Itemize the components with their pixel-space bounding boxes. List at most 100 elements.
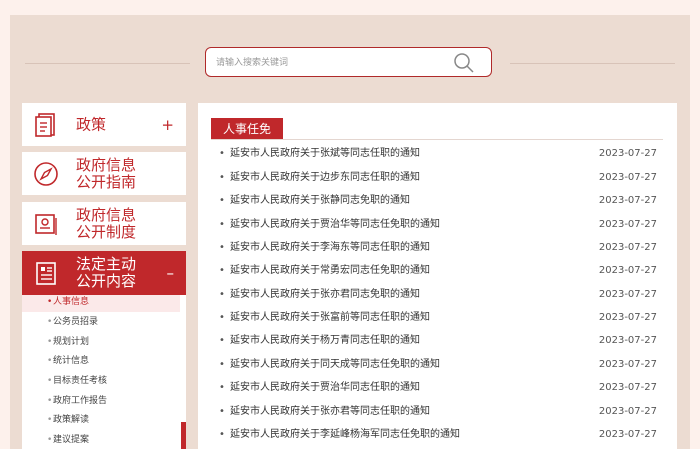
news-date: 2023-07-27 [598,335,657,346]
newspaper-icon [36,262,56,285]
bullet-icon: • [47,396,53,406]
news-title[interactable]: 延安市人民政府关于贾治华同志任职的通知 [230,378,420,398]
news-title[interactable]: 延安市人民政府关于张斌等同志任职的通知 [230,144,420,164]
submenu-item-proposals[interactable]: • 建议提案 [22,430,180,449]
bullet-icon: • [47,337,53,347]
content-panel: 人事任免 • 延安市人民政府关于张斌等同志任职的通知 2023-07-27 • … [198,103,677,449]
news-date: 2023-07-27 [598,289,657,300]
sidebar-item-policy[interactable]: 政策 + [22,103,186,146]
news-title[interactable]: 延安市人民政府关于常勇宏同志任免职的通知 [230,261,430,281]
news-date: 2023-07-27 [598,359,657,370]
bullet-icon: • [47,415,53,425]
bullet-icon: • [47,376,53,386]
bullet-icon: • [219,219,225,230]
bullet-icon: • [219,312,225,323]
news-date: 2023-07-27 [598,219,657,230]
submenu-label: 政策解读 [53,415,90,425]
news-item[interactable]: • 延安市人民政府关于同天成等同志任免职的通知 2023-07-27 [219,355,659,375]
search-input[interactable] [216,55,446,71]
news-item[interactable]: • 延安市人民政府关于李延峰杨海军同志任免职的通知 2023-07-27 [219,425,659,445]
news-item[interactable]: • 延安市人民政府关于杨万青同志任职的通知 2023-07-27 [219,331,659,351]
news-item[interactable]: • 延安市人民政府关于张斌等同志任职的通知 2023-07-27 [219,144,659,164]
bullet-icon: • [47,435,53,445]
sidebar-item-statutory-content[interactable]: 法定主动 公开内容 – [22,251,186,295]
submenu-label: 目标责任考核 [53,376,108,386]
bullet-icon: • [219,429,225,440]
expand-icon[interactable]: + [161,116,174,134]
news-title[interactable]: 延安市人民政府关于杨万青同志任职的通知 [230,331,420,351]
news-item[interactable]: • 延安市人民政府关于边步东同志任职的通知 2023-07-27 [219,168,659,188]
news-date: 2023-07-27 [598,382,657,393]
submenu-item-personnel[interactable]: • 人事信息 [22,295,180,312]
news-title[interactable]: 延安市人民政府关于李延峰杨海军同志任免职的通知 [230,425,460,445]
sidebar-item-label: 法定主动 公开内容 [76,255,137,290]
bullet-icon: • [219,406,225,417]
bullet-icon: • [219,265,225,276]
search-box [205,47,492,77]
bullet-icon: • [219,242,225,253]
news-title[interactable]: 延安市人民政府关于李海东等同志任职的通知 [230,238,430,258]
collapse-icon[interactable]: – [167,264,175,282]
bullet-icon: • [47,297,53,307]
search-icon[interactable] [453,52,475,74]
submenu: • 人事信息 • 公务员招录 • 规划计划 • 统计信息 • 目标责任考核 • … [22,295,186,449]
regulation-icon [35,213,57,235]
divider-right [510,63,675,64]
news-item[interactable]: • 延安市人民政府关于张富前等同志任职的通知 2023-07-27 [219,308,659,328]
news-date: 2023-07-27 [598,429,657,440]
scrollbar-thumb[interactable] [181,422,186,449]
submenu-label: 规划计划 [53,337,90,347]
submenu-item-work-report[interactable]: • 政府工作报告 [22,391,180,411]
sidebar-item-disclosure-guide[interactable]: 政府信息 公开指南 [22,152,186,195]
divider-left [25,63,190,64]
news-title[interactable]: 延安市人民政府关于张亦君等同志任职的通知 [230,402,430,422]
sidebar-item-label: 政府信息 公开制度 [76,205,137,241]
news-date: 2023-07-27 [598,312,657,323]
submenu-label: 建议提案 [53,435,90,445]
bullet-icon: • [219,289,225,300]
tab-underline [211,139,663,140]
news-item[interactable]: • 延安市人民政府关于贾治华等同志任免职的通知 2023-07-27 [219,215,659,235]
submenu-item-statistics[interactable]: • 统计信息 [22,351,180,371]
tab-personnel-appointments[interactable]: 人事任免 [211,118,284,140]
bullet-icon: • [47,356,53,366]
submenu-label: 人事信息 [53,297,90,307]
news-item[interactable]: • 延安市人民政府关于张亦君等同志任职的通知 2023-07-27 [219,402,659,422]
submenu-label: 政府工作报告 [53,396,108,406]
bullet-icon: • [219,359,225,370]
news-item[interactable]: • 延安市人民政府关于李海东等同志任职的通知 2023-07-27 [219,238,659,258]
news-item[interactable]: • 延安市人民政府关于贾治华同志任职的通知 2023-07-27 [219,378,659,398]
news-title[interactable]: 延安市人民政府关于同天成等同志任免职的通知 [230,355,440,375]
bullet-icon: • [219,148,225,159]
news-date: 2023-07-27 [598,242,657,253]
sidebar-item-label: 政府信息 公开指南 [76,155,137,191]
news-item[interactable]: • 延安市人民政府关于常勇宏同志任免职的通知 2023-07-27 [219,261,659,281]
submenu-label: 统计信息 [53,356,90,366]
news-title[interactable]: 延安市人民政府关于张亦君同志免职的通知 [230,285,420,305]
news-date: 2023-07-27 [598,195,657,206]
news-item[interactable]: • 延安市人民政府关于张亦君同志免职的通知 2023-07-27 [219,285,659,305]
bullet-icon: • [219,172,225,183]
news-date: 2023-07-27 [598,265,657,276]
bullet-icon: • [219,382,225,393]
submenu-item-assessment[interactable]: • 目标责任考核 [22,371,180,391]
news-date: 2023-07-27 [598,406,657,417]
news-date: 2023-07-27 [598,148,657,159]
compass-icon [34,161,58,186]
news-title[interactable]: 延安市人民政府关于张富前等同志任职的通知 [230,308,430,328]
submenu-item-recruitment[interactable]: • 公务员招录 [22,312,180,332]
sidebar-item-disclosure-rules[interactable]: 政府信息 公开制度 [22,202,186,245]
submenu-item-policy-interpretation[interactable]: • 政策解读 [22,410,180,430]
news-title[interactable]: 延安市人民政府关于贾治华等同志任免职的通知 [230,215,440,235]
bullet-icon: • [219,195,225,206]
news-date: 2023-07-27 [598,172,657,183]
document-icon [35,112,55,137]
submenu-label: 公务员招录 [53,317,99,327]
bullet-icon: • [219,335,225,346]
submenu-item-planning[interactable]: • 规划计划 [22,332,180,352]
news-item[interactable]: • 延安市人民政府关于张静同志免职的通知 2023-07-27 [219,191,659,211]
news-title[interactable]: 延安市人民政府关于边步东同志任职的通知 [230,168,420,188]
sidebar-item-label: 政策 [76,115,107,133]
news-title[interactable]: 延安市人民政府关于张静同志免职的通知 [230,191,410,211]
bullet-icon: • [47,317,53,327]
